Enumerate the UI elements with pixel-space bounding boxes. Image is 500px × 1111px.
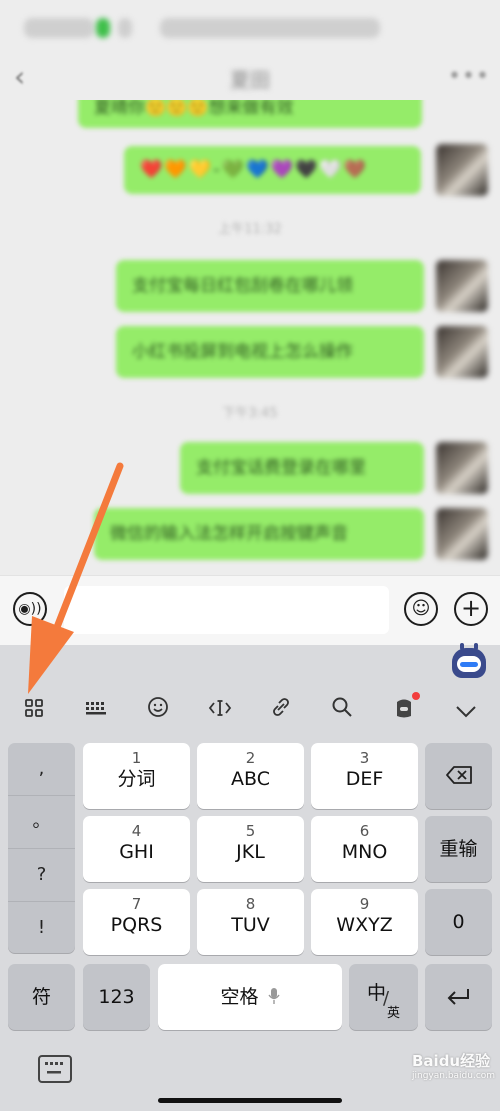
annotation-arrow-icon <box>28 462 124 694</box>
